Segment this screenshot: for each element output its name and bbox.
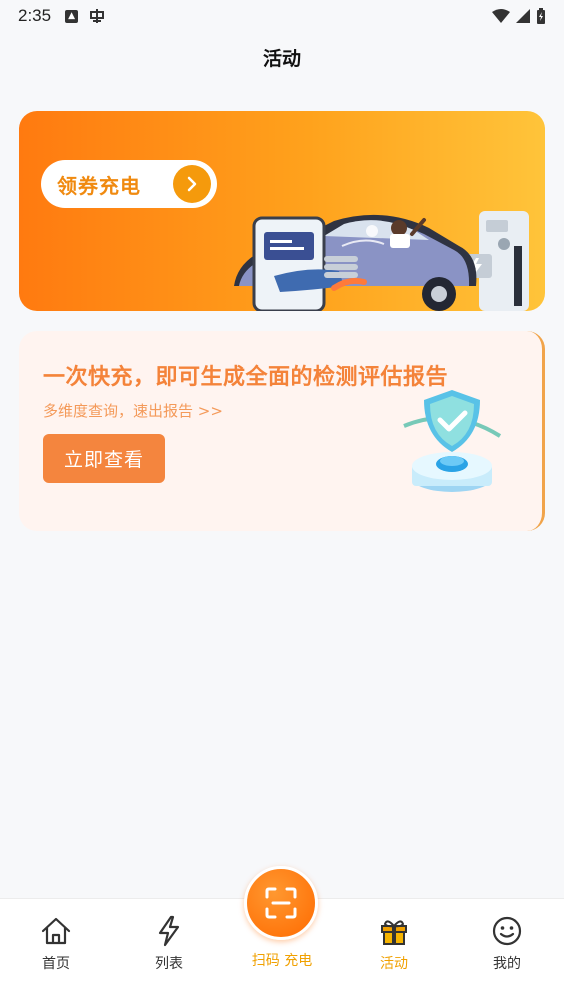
car-charging-illustration bbox=[234, 211, 529, 311]
gift-icon bbox=[381, 920, 407, 945]
status-bar: 2:35 ▲ bbox=[0, 0, 564, 32]
shield-check-icon bbox=[403, 390, 502, 492]
wifi-icon bbox=[492, 9, 510, 23]
lightning-icon bbox=[158, 915, 180, 947]
tab-home[interactable]: 首页 bbox=[16, 915, 96, 973]
tab-activity[interactable]: 活动 bbox=[354, 915, 434, 973]
app-notification-icon: ▲ bbox=[65, 9, 79, 23]
status-notification-icons: ▲ bbox=[65, 7, 106, 25]
home-icon bbox=[41, 917, 71, 945]
chevron-right-icon bbox=[173, 165, 211, 203]
tab-mine[interactable]: 我的 bbox=[467, 915, 547, 973]
page-title: 活动 bbox=[262, 48, 301, 70]
coupon-charging-button[interactable]: 领券充电 bbox=[41, 160, 217, 208]
coupon-charging-label: 领券充电 bbox=[57, 173, 141, 198]
status-time: 2:35 bbox=[18, 6, 52, 25]
tab-mine-label: 我的 bbox=[493, 956, 521, 972]
tab-list[interactable]: 列表 bbox=[129, 915, 209, 973]
tab-list-label: 列表 bbox=[155, 956, 183, 972]
scan-to-charge-label: 扫码 充电 bbox=[251, 953, 313, 969]
scan-button[interactable] bbox=[244, 866, 318, 940]
scan-icon bbox=[265, 887, 297, 919]
coupon-charging-banner[interactable]: 领券充电 bbox=[19, 111, 545, 311]
battery-icon bbox=[537, 8, 545, 24]
scan-to-charge[interactable]: 扫码 充电 bbox=[244, 866, 320, 976]
signal-icon bbox=[516, 9, 530, 23]
report-card-title: 一次快充，即可生成全面的检测评估报告 bbox=[43, 365, 449, 390]
view-now-button[interactable]: 立即查看 bbox=[43, 434, 165, 483]
inspection-report-card[interactable]: 一次快充，即可生成全面的检测评估报告 多维度查询，速出报告 >> 立即查看 bbox=[19, 331, 545, 531]
tab-activity-label: 活动 bbox=[380, 956, 408, 972]
status-system-icons bbox=[492, 8, 546, 24]
report-card-subtitle[interactable]: 多维度查询，速出报告 >> bbox=[43, 400, 223, 421]
app-notification-icon-2 bbox=[90, 9, 105, 23]
smiley-face-icon bbox=[492, 916, 522, 946]
tab-home-label: 首页 bbox=[42, 956, 70, 972]
